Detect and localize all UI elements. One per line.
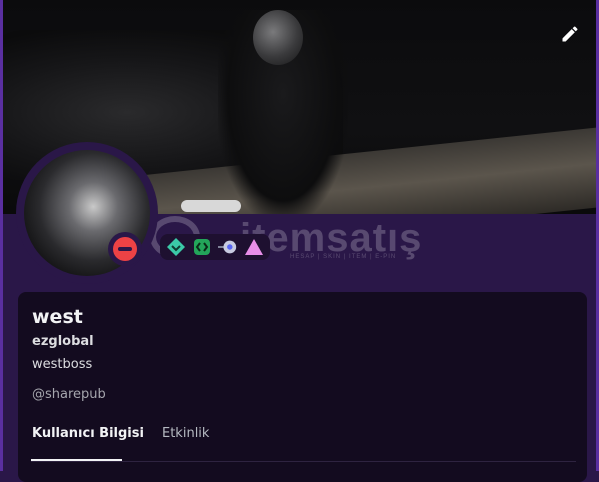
active-developer-icon[interactable]: [192, 237, 212, 257]
badge-list: [160, 234, 270, 260]
hypesquad-icon[interactable]: [166, 237, 186, 257]
user-info-card: west ezglobal westboss @sharepub Kullanı…: [18, 292, 587, 482]
tab-activity[interactable]: Etkinlik: [162, 426, 209, 441]
do-not-disturb-icon: [113, 237, 137, 261]
banner-shoe: [181, 200, 241, 212]
status-indicator: [108, 232, 142, 266]
tab-divider: [31, 461, 576, 462]
pencil-icon: [562, 26, 578, 42]
mention-handle: @sharepub: [32, 387, 106, 402]
banner-person-head: [253, 10, 303, 65]
nitro-boost-icon[interactable]: [218, 237, 238, 257]
display-name: west: [32, 306, 83, 328]
username: ezglobal: [32, 334, 94, 349]
edit-profile-button[interactable]: [556, 20, 584, 48]
tab-user-info[interactable]: Kullanıcı Bilgisi: [32, 426, 144, 441]
watermark-tagline: HESAP | SKIN | ITEM | E-PIN: [290, 254, 397, 260]
quest-triangle-icon[interactable]: [244, 237, 264, 257]
pronouns: westboss: [32, 357, 93, 372]
